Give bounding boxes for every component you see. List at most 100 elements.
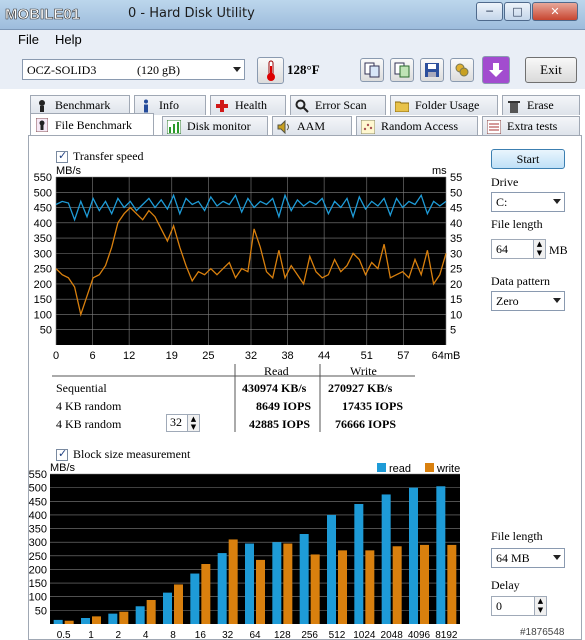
- write-bar: [146, 600, 156, 624]
- y2-tick-label: 20: [450, 279, 462, 291]
- down-arrow-icon: [489, 63, 503, 77]
- drive-size: (120 gB): [137, 63, 180, 77]
- legend-read-label: read: [389, 463, 411, 475]
- read-bar: [53, 619, 63, 624]
- y-tick-label: 150: [34, 294, 52, 306]
- tab-info[interactable]: Info: [134, 95, 206, 115]
- write-bar: [365, 550, 375, 624]
- mobile01-logo: MOBILE01: [5, 6, 81, 24]
- maximize-button[interactable]: □: [504, 2, 531, 21]
- copy-all-button[interactable]: [390, 58, 414, 82]
- transfer-speed-checkbox[interactable]: Transfer speed: [56, 149, 144, 164]
- read-bar: [135, 606, 145, 624]
- menu-bar: File Help: [0, 30, 585, 51]
- tab-label: Error Scan: [315, 98, 367, 112]
- queue-depth-stepper[interactable]: 32 ▲ ▼: [166, 414, 200, 432]
- download-button[interactable]: [482, 56, 510, 84]
- tab-label: AAM: [297, 119, 326, 133]
- 4kb-random-qd-write: 76666 IOPS: [335, 417, 397, 431]
- write-header: Write: [350, 364, 377, 378]
- y-tick-label: 300: [34, 248, 52, 260]
- menu-help[interactable]: Help: [55, 32, 82, 47]
- read-bar: [272, 542, 282, 624]
- tab-health[interactable]: Health: [210, 95, 286, 115]
- x-tick-label: 8192: [435, 630, 458, 640]
- chart-icon: [167, 119, 181, 134]
- copy-icon: [364, 62, 380, 78]
- y-tick-label: 400: [29, 510, 47, 522]
- file-length2-select[interactable]: 64 MB: [491, 548, 565, 568]
- y-tick-label: 400: [34, 218, 52, 230]
- write-bar: [256, 559, 265, 624]
- file-length-stepper[interactable]: 64 ▲ ▼: [491, 239, 546, 259]
- save-button[interactable]: [420, 58, 444, 82]
- x-tick-label: 64: [249, 630, 261, 640]
- exit-button[interactable]: Exit: [525, 57, 577, 83]
- legend-write-label: write: [436, 463, 460, 475]
- spinner-arrows-icon[interactable]: ▲ ▼: [534, 597, 546, 615]
- tab-benchmark[interactable]: Benchmark: [30, 95, 130, 115]
- options-button[interactable]: [450, 58, 474, 82]
- chevron-down-icon: [553, 555, 561, 560]
- x-tick-label: 256: [301, 630, 318, 640]
- write-bar: [64, 620, 74, 624]
- y-tick-label: 450: [29, 496, 47, 508]
- start-button[interactable]: Start: [491, 149, 565, 169]
- x-tick-label: 2048: [381, 630, 404, 640]
- y-tick-label: 450: [34, 203, 52, 215]
- queue-depth-value: 32: [170, 415, 182, 429]
- y-tick-label: 550: [29, 469, 47, 481]
- y2-tick-label: 50: [450, 187, 462, 199]
- tab-error-scan[interactable]: Error Scan: [290, 95, 386, 115]
- read-bar: [81, 618, 90, 624]
- tools-icon: [455, 63, 469, 77]
- x-tick-label: 57: [397, 350, 409, 362]
- sequential-read: 430974 KB/s: [242, 381, 307, 395]
- tab-label: Erase: [527, 98, 554, 112]
- write-bar: [119, 611, 129, 624]
- minimize-button[interactable]: ─: [476, 2, 503, 21]
- y2-tick-label: 35: [450, 233, 462, 245]
- thermometer-icon: [266, 60, 275, 81]
- x-tick-label: 2: [116, 630, 122, 640]
- tab-file-benchmark[interactable]: File Benchmark: [30, 113, 154, 136]
- y2-tick-label: 10: [450, 309, 462, 321]
- y2-tick-label: 55: [450, 172, 462, 184]
- read-bar: [217, 553, 227, 624]
- x-tick-label: 4: [143, 630, 149, 640]
- tab-aam[interactable]: AAM: [272, 116, 352, 136]
- data-pattern-select[interactable]: Zero: [491, 291, 565, 311]
- delay-stepper[interactable]: 0 ▲ ▼: [491, 596, 547, 616]
- x-tick-label: 0: [53, 350, 59, 362]
- read-header: Read: [264, 364, 289, 378]
- drive-letter-value: C:: [496, 195, 508, 209]
- extra-tests-icon: [487, 119, 501, 134]
- x-tick-label: 25: [202, 350, 214, 362]
- y-axis-unit: MB/s: [56, 165, 82, 177]
- y-tick-label: 350: [29, 524, 47, 536]
- x-tick-label: 6: [90, 350, 96, 362]
- drive-select[interactable]: OCZ-SOLID3 (120 gB): [22, 59, 245, 80]
- spinner-arrows-icon[interactable]: ▲ ▼: [533, 240, 545, 258]
- y-tick-label: 100: [29, 592, 47, 604]
- copy-button[interactable]: [360, 58, 384, 82]
- tab-extra-tests[interactable]: Extra tests: [482, 116, 580, 136]
- close-button[interactable]: ✕: [532, 2, 578, 21]
- tab-erase[interactable]: Erase: [502, 95, 580, 115]
- thermometer-button[interactable]: [257, 57, 284, 84]
- menu-file[interactable]: File: [18, 32, 39, 47]
- delay-value: 0: [496, 599, 502, 613]
- x-tick-label: 38: [281, 350, 293, 362]
- y-tick-label: 200: [34, 279, 52, 291]
- transfer-speed-label: Transfer speed: [73, 149, 144, 163]
- benchmark-icon: [35, 99, 49, 113]
- x-tick-label: 32: [222, 630, 234, 640]
- tab-folder-usage[interactable]: Folder Usage: [390, 95, 498, 115]
- tab-random-access[interactable]: Random Access: [356, 116, 478, 136]
- spinner-arrows-icon[interactable]: ▲ ▼: [187, 415, 199, 431]
- read-bar: [327, 514, 336, 624]
- y2-tick-label: 25: [450, 264, 462, 276]
- drive-letter-select[interactable]: C:: [491, 192, 565, 212]
- y-tick-label: 500: [29, 483, 47, 495]
- tab-disk-monitor[interactable]: Disk monitor: [162, 116, 268, 136]
